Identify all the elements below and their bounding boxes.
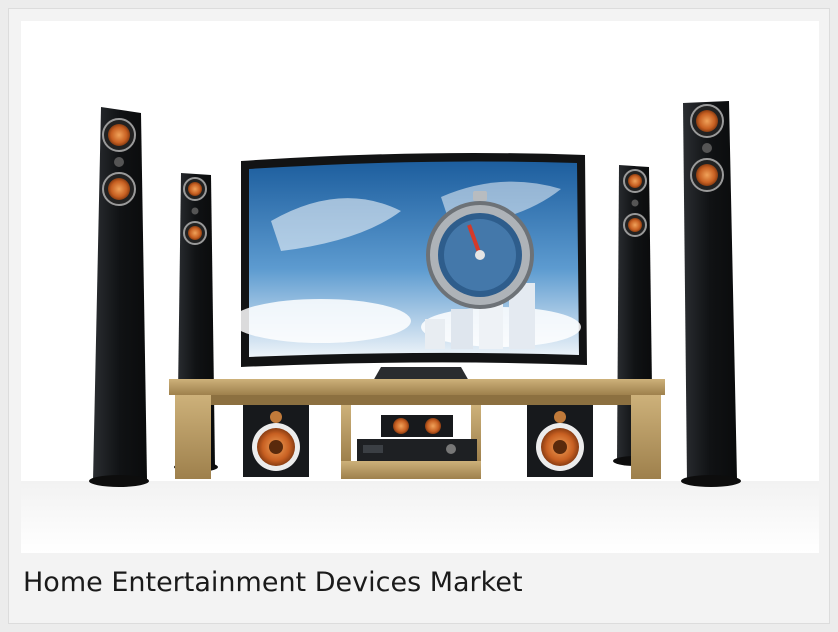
right-front-tower-speaker [681, 101, 741, 487]
tv-cabinet [169, 379, 665, 479]
product-card[interactable]: Home Entertainment Devices Market [8, 8, 830, 624]
product-image[interactable] [21, 21, 819, 553]
curved-tv-icon [231, 153, 587, 381]
card-caption[interactable]: Home Entertainment Devices Market [23, 561, 813, 605]
left-front-tower-speaker [89, 107, 149, 487]
